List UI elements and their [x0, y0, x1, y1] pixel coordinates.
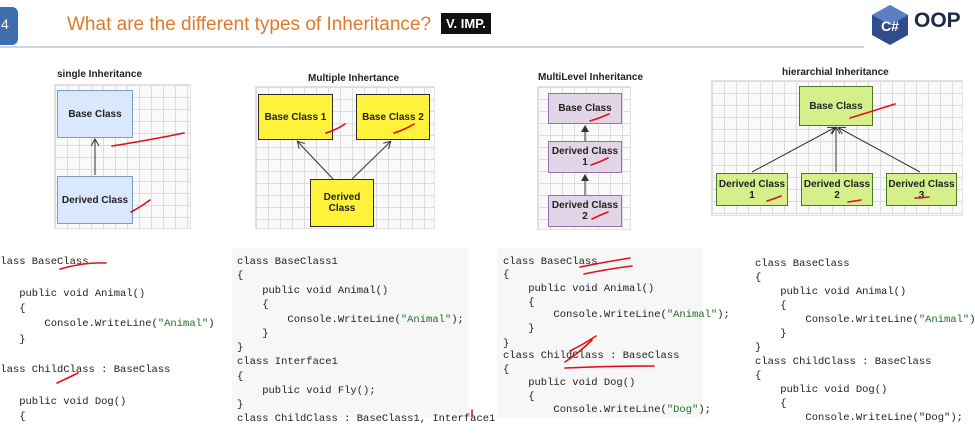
annotation-stroke: [850, 104, 895, 118]
annotation-marks: [57, 104, 929, 417]
annotation-stroke: [394, 124, 414, 133]
hierarchical-inherit-arrow-1: [752, 128, 834, 172]
diagram-connectors: [0, 0, 975, 417]
annotation-stroke: [60, 263, 106, 269]
annotation-stroke: [915, 197, 929, 198]
annotation-stroke: [580, 258, 630, 267]
annotation-stroke: [326, 124, 345, 133]
annotation-stroke: [565, 340, 592, 362]
annotation-stroke: [590, 114, 609, 121]
annotation-stroke: [565, 366, 654, 368]
annotation-stroke: [112, 133, 184, 146]
annotation-stroke: [591, 158, 608, 165]
annotation-stroke: [131, 200, 150, 212]
multiple-inherit-arrow-2: [352, 142, 390, 179]
annotation-stroke: [57, 373, 78, 383]
hierarchical-inherit-arrow-3: [839, 128, 920, 172]
annotation-stroke: [584, 266, 632, 274]
multiple-inherit-arrow-1: [298, 142, 333, 179]
annotation-stroke: [848, 200, 861, 202]
annotation-stroke: [592, 212, 608, 219]
annotation-stroke: [767, 196, 781, 201]
